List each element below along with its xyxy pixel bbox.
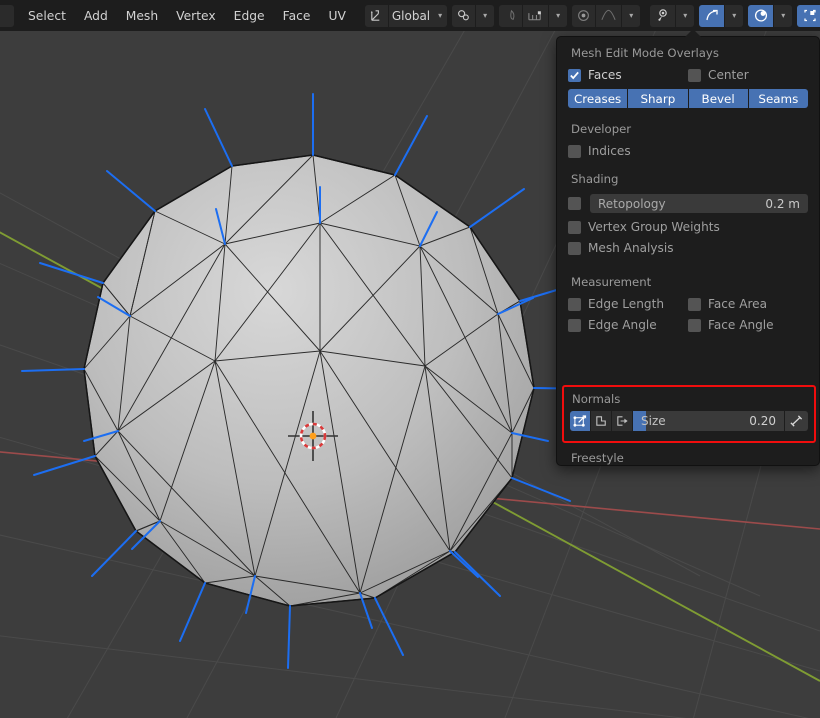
retopology-offset-field[interactable]: Retopology 0.2 m [590, 194, 808, 213]
edge-angle-checkbox[interactable] [568, 318, 581, 332]
editor-type-icon[interactable] [0, 4, 14, 27]
normals-section-highlight: Normals Size 0.20 [562, 385, 816, 443]
popup-title: Mesh Edit Mode Overlays [571, 46, 719, 60]
edge-angle-row[interactable]: Edge Angle [568, 318, 688, 332]
menu-mesh[interactable]: Mesh [117, 6, 167, 26]
measurement-section-title: Measurement [571, 275, 652, 289]
measurement-row-2: Edge Angle Face Angle [568, 318, 808, 332]
normals-size-slider[interactable]: Size 0.20 [633, 411, 784, 431]
face-area-label: Face Area [708, 297, 768, 311]
freestyle-section: Freestyle Edge Marks [568, 451, 810, 465]
chevron-down-icon: ▾ [483, 11, 488, 20]
retopology-row[interactable]: Retopology 0.2 m [568, 194, 808, 213]
edge-angle-label: Edge Angle [588, 318, 657, 332]
edge-types-row: Creases Sharp Bevel Seams [568, 89, 808, 108]
mesh-analysis-row[interactable]: Mesh Analysis [568, 241, 808, 255]
gizmo-icon[interactable] [699, 4, 726, 27]
xray-dropdown[interactable]: ▾ [774, 4, 793, 27]
proportional-edit-group[interactable]: ▾ [499, 4, 568, 27]
show-overlays-group[interactable]: ▾ [797, 4, 820, 27]
faces-center-row: Faces Center [568, 68, 808, 82]
mirror-x-icon[interactable] [499, 4, 524, 27]
freestyle-section-title: Freestyle [571, 451, 624, 465]
gizmo-dropdown[interactable]: ▾ [725, 4, 744, 27]
xray-toggle-icon[interactable] [748, 4, 775, 27]
menu-vertex[interactable]: Vertex [167, 6, 225, 26]
overlays-icon[interactable] [797, 4, 820, 27]
viewport-header: Select Add Mesh Vertex Edge Face UV Glob… [0, 0, 820, 31]
normals-size-value: 0.20 [749, 414, 776, 428]
chevron-down-icon: ▾ [629, 11, 634, 20]
chevron-down-icon: ▾ [556, 11, 561, 20]
transform-orientation-group[interactable]: Global ▾ [364, 4, 448, 27]
sharp-button[interactable]: Sharp [628, 89, 689, 108]
snap-increment-dropdown[interactable]: ▾ [549, 4, 568, 27]
normals-section-title: Normals [572, 392, 621, 406]
normals-controls-row: Size 0.20 [570, 411, 808, 431]
shading-section-title: Shading [571, 172, 619, 186]
face-angle-checkbox[interactable] [688, 318, 701, 332]
retopology-value: 0.2 m [765, 196, 800, 211]
center-label: Center [708, 68, 749, 82]
indices-checkbox[interactable] [568, 144, 581, 158]
bevel-button[interactable]: Bevel [688, 89, 749, 108]
indices-label: Indices [588, 144, 631, 158]
chevron-down-icon: ▾ [732, 11, 737, 20]
menu-uv[interactable]: UV [319, 6, 354, 26]
mesh-edit-mode-overlays-popup: Mesh Edit Mode Overlays Faces Center Cre… [556, 36, 820, 466]
vertex-select-icon[interactable] [650, 4, 677, 27]
snap-group[interactable]: ▾ [452, 4, 495, 27]
edge-length-label: Edge Length [588, 297, 664, 311]
vertex-group-weights-checkbox[interactable] [568, 220, 581, 234]
falloff-dropdown[interactable]: ▾ [622, 4, 641, 27]
faces-checkbox-row[interactable]: Faces [568, 68, 688, 82]
face-angle-label: Face Angle [708, 318, 774, 332]
menu-select[interactable]: Select [19, 6, 75, 26]
vertex-group-weights-label: Vertex Group Weights [588, 220, 720, 234]
orientation-axes-icon[interactable] [364, 4, 389, 27]
snap-magnet-icon[interactable] [452, 4, 477, 27]
measurement-row-1: Edge Length Face Area [568, 297, 808, 311]
edge-length-row[interactable]: Edge Length [568, 297, 688, 311]
menu-add[interactable]: Add [75, 6, 117, 26]
center-checkbox-row[interactable]: Center [688, 68, 808, 82]
vertex-group-weights-row[interactable]: Vertex Group Weights [568, 220, 808, 234]
mesh-analysis-checkbox[interactable] [568, 241, 581, 255]
vertex-normals-icon[interactable] [570, 411, 591, 431]
chevron-down-icon: ▾ [438, 11, 443, 20]
faces-checkbox[interactable] [568, 68, 581, 82]
show-gizmo-group[interactable]: ▾ [699, 4, 744, 27]
retopology-label: Retopology [598, 196, 666, 211]
snap-increment-icon[interactable] [523, 4, 550, 27]
normals-size-label: Size [641, 414, 666, 428]
xray-group[interactable]: ▾ [748, 4, 793, 27]
snap-dropdown[interactable]: ▾ [476, 4, 495, 27]
faces-label: Faces [588, 68, 622, 82]
proportional-edit-icon[interactable] [572, 4, 597, 27]
view-object-types-dropdown[interactable]: ▾ [676, 4, 695, 27]
edge-length-checkbox[interactable] [568, 297, 581, 311]
menu-edge[interactable]: Edge [225, 6, 274, 26]
developer-section-title: Developer [571, 122, 632, 136]
mesh-analysis-label: Mesh Analysis [588, 241, 674, 255]
seams-button[interactable]: Seams [748, 89, 808, 108]
view-object-types-group[interactable]: ▾ [650, 4, 695, 27]
falloff-curve-icon[interactable] [596, 4, 623, 27]
proportional-falloff-group[interactable]: ▾ [572, 4, 641, 27]
face-angle-row[interactable]: Face Angle [688, 318, 808, 332]
length-measure-icon[interactable] [784, 411, 808, 431]
face-area-checkbox[interactable] [688, 297, 701, 311]
menu-face[interactable]: Face [274, 6, 320, 26]
retopology-checkbox[interactable] [568, 197, 581, 210]
chevron-down-icon: ▾ [683, 11, 688, 20]
chevron-down-icon: ▾ [781, 11, 786, 20]
face-area-row[interactable]: Face Area [688, 297, 808, 311]
creases-button[interactable]: Creases [568, 89, 629, 108]
face-normals-icon[interactable] [612, 411, 633, 431]
split-normals-icon[interactable] [591, 411, 612, 431]
center-checkbox[interactable] [688, 68, 701, 82]
indices-row[interactable]: Indices [568, 144, 808, 158]
transform-orientation-value[interactable]: Global ▾ [388, 4, 448, 27]
